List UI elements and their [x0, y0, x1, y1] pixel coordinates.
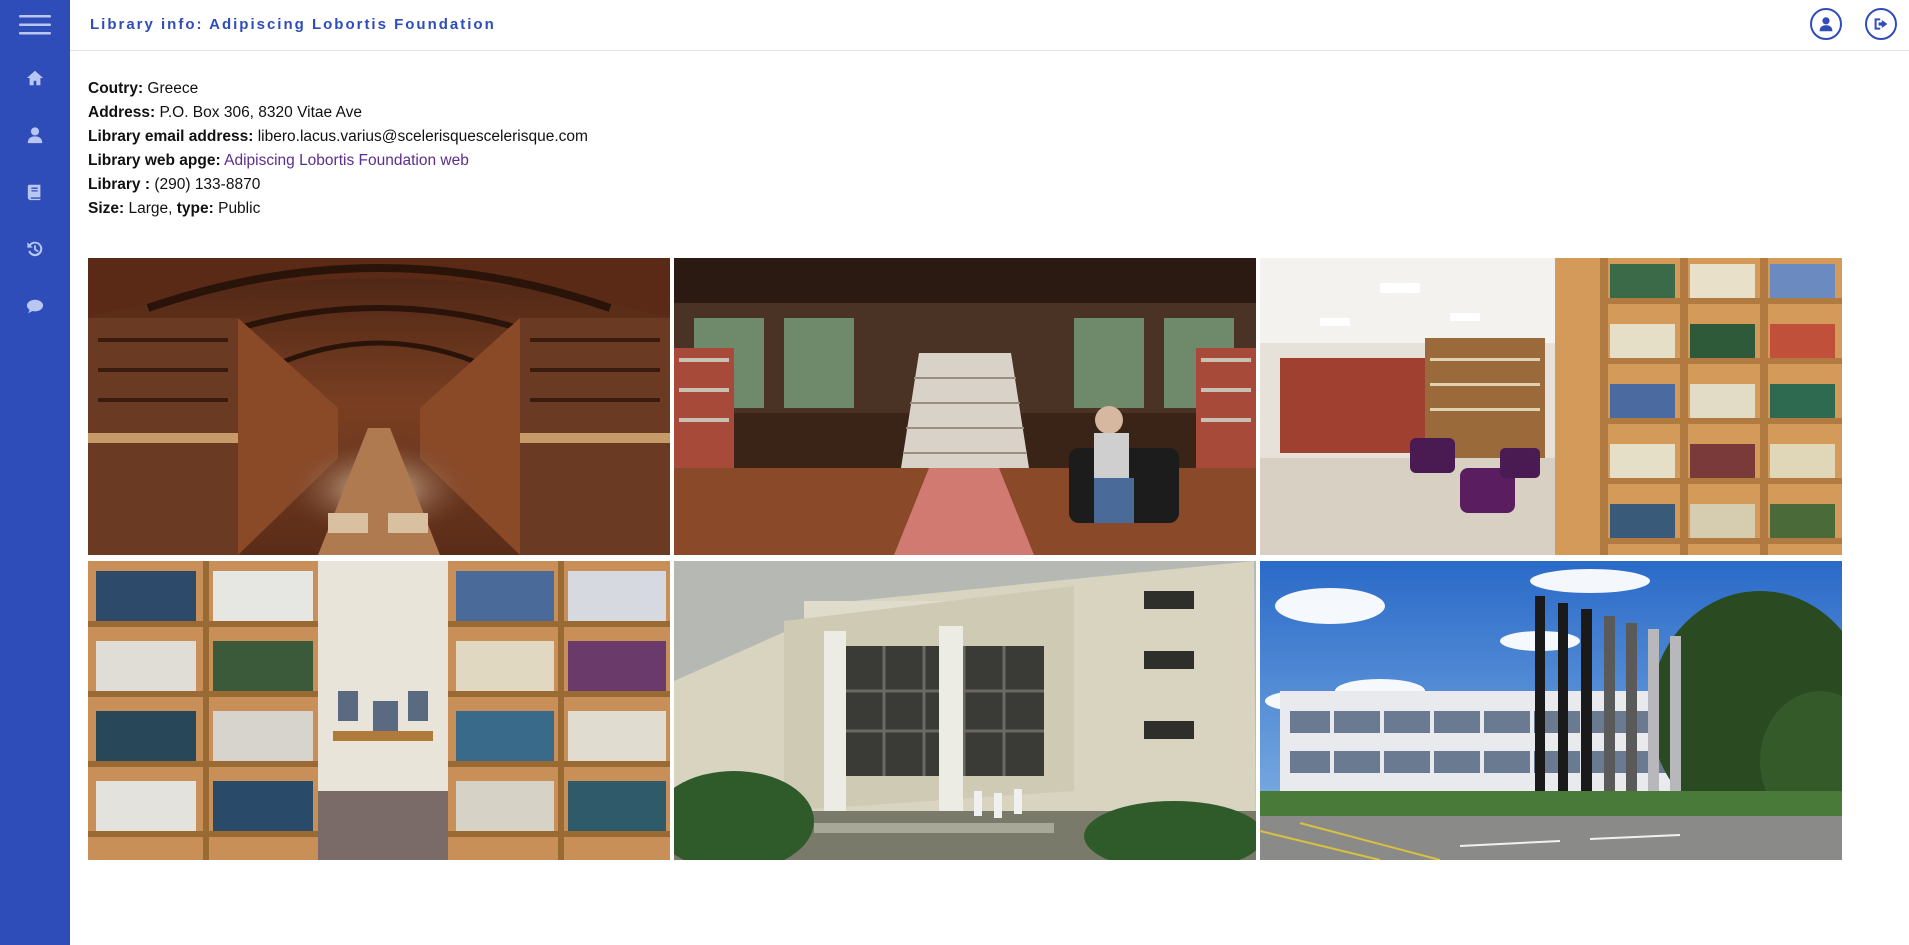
country-label: Coutry: — [88, 80, 144, 97]
library-photo[interactable] — [1260, 561, 1842, 860]
library-info: Coutry: Greece Address: P.O. Box 306, 83… — [88, 77, 588, 221]
photo-gallery — [88, 258, 1842, 860]
country-value: Greece — [143, 80, 199, 97]
email-row: Library email address: libero.lacus.vari… — [88, 125, 588, 149]
home-icon[interactable] — [22, 65, 48, 91]
email-value: libero.lacus.varius@scelerisquescelerisq… — [253, 128, 588, 145]
email-label: Library email address: — [88, 128, 254, 145]
size-label: Size: — [88, 200, 125, 217]
web-row: Library web apge: Adipiscing Lobortis Fo… — [88, 149, 588, 173]
user-icon[interactable] — [22, 122, 48, 148]
history-icon[interactable] — [22, 236, 48, 262]
address-row: Address: P.O. Box 306, 8320 Vitae Ave — [88, 101, 588, 125]
profile-button[interactable] — [1810, 8, 1842, 40]
logout-icon — [1874, 18, 1888, 30]
address-value: P.O. Box 306, 8320 Vitae Ave — [155, 104, 363, 121]
library-photo[interactable] — [674, 561, 1256, 860]
type-value: Public — [213, 200, 261, 217]
phone-value: (290) 133-8870 — [150, 176, 261, 193]
address-label: Address: — [88, 104, 156, 121]
web-label: Library web apge: — [88, 152, 221, 169]
library-web-link[interactable]: Adipiscing Lobortis Foundation web — [224, 152, 469, 169]
size-value: Large, — [124, 200, 173, 217]
chat-icon[interactable] — [22, 293, 48, 319]
page-title: Library info: Adipiscing Lobortis Founda… — [90, 16, 496, 33]
profile-icon — [1819, 17, 1833, 32]
phone-label: Library : — [88, 176, 151, 193]
country-row: Coutry: Greece — [88, 77, 588, 101]
sidebar — [0, 0, 70, 945]
logout-button[interactable] — [1865, 8, 1897, 40]
library-photo[interactable] — [88, 561, 670, 860]
top-bar: Library info: Adipiscing Lobortis Founda… — [70, 0, 1909, 51]
menu-icon[interactable] — [17, 12, 53, 38]
phone-row: Library : (290) 133-8870 — [88, 173, 588, 197]
type-label: type: — [172, 200, 214, 217]
library-photo[interactable] — [88, 258, 670, 555]
book-icon[interactable] — [22, 179, 48, 205]
library-photo[interactable] — [674, 258, 1256, 555]
library-photo[interactable] — [1260, 258, 1842, 555]
size-type-row: Size: Large, type: Public — [88, 197, 588, 221]
